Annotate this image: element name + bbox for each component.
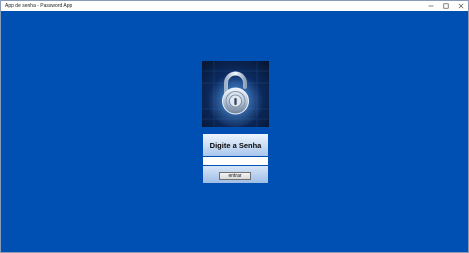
title-bar[interactable]: App de senha - Password App (1, 1, 468, 11)
maximize-button[interactable] (438, 1, 453, 11)
close-button[interactable] (453, 1, 468, 11)
padlock-icon (202, 61, 269, 127)
window-controls (423, 1, 468, 11)
password-prompt-label: Digite a Senha (209, 140, 262, 150)
main-content (1, 11, 468, 252)
maximize-icon (443, 3, 449, 9)
password-input[interactable] (203, 157, 268, 165)
minimize-icon (428, 5, 433, 7)
prompt-panel: Digite a Senha (203, 134, 268, 156)
close-icon (458, 3, 463, 9)
enter-button[interactable]: entrar (219, 172, 251, 180)
window-title: App de senha - Password App (5, 3, 73, 9)
padlock-image (202, 61, 269, 127)
app-window: App de senha - Password App Digite a Sen… (0, 0, 469, 253)
minimize-button[interactable] (423, 1, 438, 11)
